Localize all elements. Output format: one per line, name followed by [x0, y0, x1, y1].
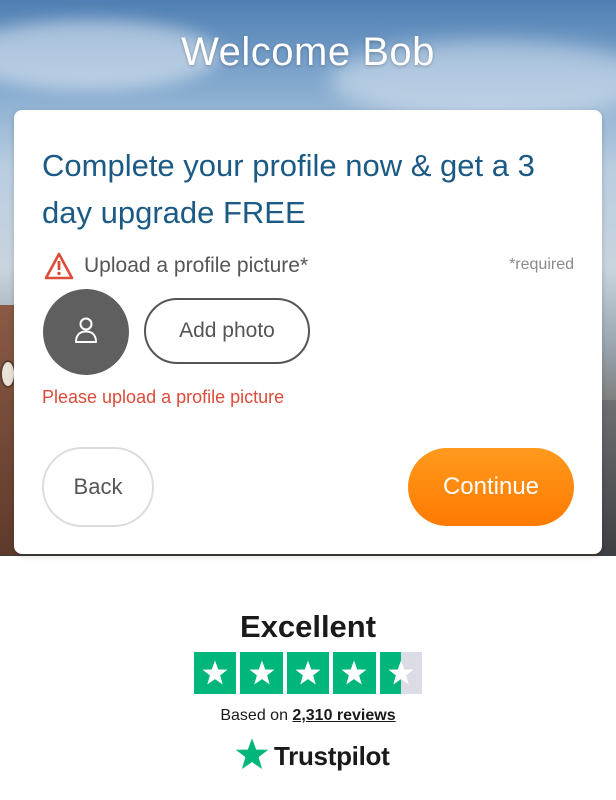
based-on-text: Based on: [220, 707, 288, 724]
card-heading: Complete your profile now & get a 3 day …: [42, 148, 535, 230]
profile-card: Complete your profile now & get a 3 day …: [14, 110, 602, 554]
star-half-icon: [379, 652, 423, 694]
add-photo-button[interactable]: Add photo: [144, 298, 310, 364]
back-button[interactable]: Back: [42, 447, 154, 527]
continue-button[interactable]: Continue: [408, 448, 574, 526]
trustpilot-stars: [194, 652, 423, 694]
trustpilot-star-icon: [234, 736, 270, 777]
upload-row: Upload a profile picture* *required: [44, 252, 574, 282]
star-icon: [286, 652, 330, 694]
page-title: Welcome Bob: [181, 30, 435, 74]
star-icon: [333, 652, 376, 694]
avatar-placeholder[interactable]: [43, 289, 129, 375]
error-message: Please upload a profile picture: [42, 387, 285, 407]
reviews-summary: Based on 2,310 reviews: [0, 707, 616, 725]
required-note: *required: [509, 256, 574, 273]
user-icon: [73, 316, 99, 349]
star-icon: [194, 652, 237, 694]
warning-triangle-icon: [44, 252, 74, 280]
trustpilot-rating-label: Excellent: [239, 609, 377, 644]
trustpilot-logo[interactable]: Trustpilot: [234, 736, 390, 777]
reviews-link[interactable]: 2,310 reviews: [292, 707, 395, 724]
trustpilot-brand-text: Trustpilot: [274, 740, 390, 771]
upload-label: Upload a profile picture*: [84, 254, 309, 277]
building-decoration: [600, 400, 616, 556]
star-icon: [240, 652, 283, 694]
